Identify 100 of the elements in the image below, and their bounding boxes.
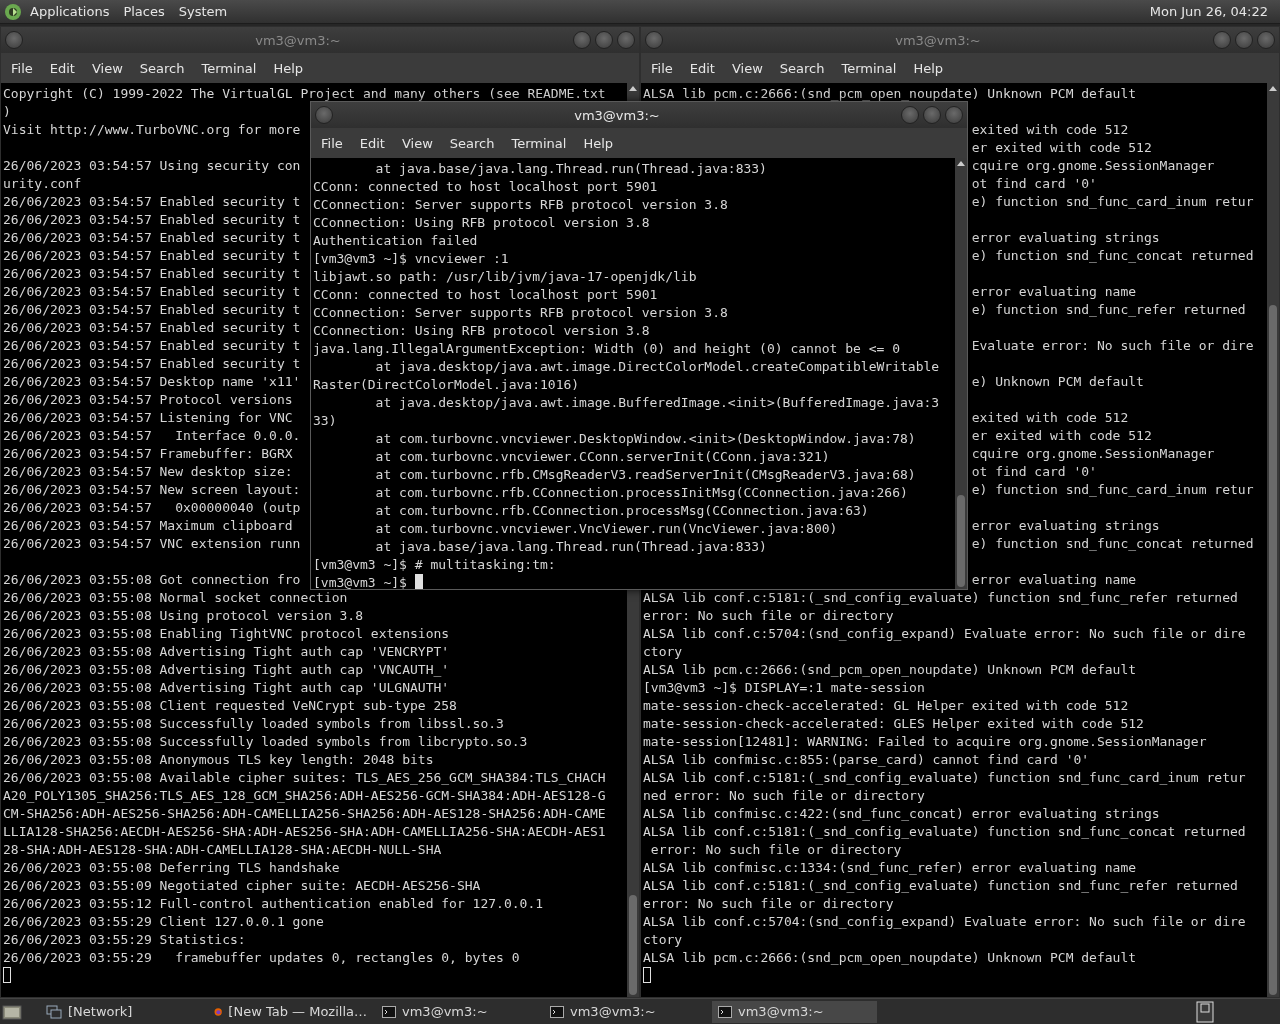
terminal-line: ALSA lib conf.c:5181:(_snd_config_evaluate) function snd_func_card_inum retur [643,770,1246,785]
taskbar-button[interactable]: vm3@vm3:~ [712,1000,877,1023]
terminal-line: 26/06/2023 03:55:08 Available cipher suites: TLS_AES_256_GCM_SHA384:TLS_CHACH [3,770,606,785]
terminal-line: 26/06/2023 03:54:57 Desktop name 'x11' [3,374,301,389]
panel-menu[interactable]: Applications [24,2,116,21]
minimize-button[interactable] [573,31,591,49]
terminal-line: Authentication failed [313,233,478,248]
terminal-line: error evaluating strings [971,518,1160,533]
scroll-up-icon[interactable] [1269,85,1277,91]
logo-icon[interactable] [4,2,22,21]
minimize-button[interactable] [901,106,919,124]
terminal-line: 26/06/2023 03:55:12 Full-control authentication enabled for 127.0.0.1 [3,896,544,911]
terminal-line: e) function snd_func_concat returned [971,248,1254,263]
window-title: vm3@vm3:~ [894,32,982,48]
terminal-line: at java.desktop/java.awt.image.DirectColorModel.createCompatibleWritable [374,359,940,374]
terminal-line: e) function snd_func_card_inum retur [971,482,1254,497]
terminal-line: 26/06/2023 03:54:57 VNC extension runn [3,536,301,551]
menu-item[interactable]: File [643,56,682,80]
window-menu-button[interactable] [315,106,333,124]
menu-item[interactable]: Edit [351,131,394,155]
terminal-line: CConn: connected to host localhost port 5901 [313,287,658,302]
terminal-line: at com.turbovnc.vncviewer.DesktopWindow.<init>(DesktopWindow.java:78) [374,431,916,446]
terminal-line: 26/06/2023 03:55:08 Normal socket connection [3,590,348,605]
menu-item[interactable]: Edit [41,56,84,80]
terminal-line: ot find card '0' [971,176,1097,191]
menu-item[interactable]: Help [905,56,953,80]
terminal-line: error evaluating name [971,572,1137,587]
maximize-button[interactable] [595,31,613,49]
window-menu-button[interactable] [5,31,23,49]
terminal-line: 26/06/2023 03:54:57 Using security con [3,158,301,173]
terminal-line: 26/06/2023 03:55:08 Got connection fro [3,572,301,587]
menu-item[interactable]: Search [441,131,504,155]
menu-item[interactable]: Help [575,131,623,155]
terminal-line: ALSA lib conf.c:5181:(_snd_config_evaluate) function snd_func_refer returned [643,590,1238,605]
menu-item[interactable]: View [723,56,772,80]
terminal-line: [vm3@vm3 ~]$ DISPLAY=:1 mate-session [643,680,925,695]
terminal-line: 26/06/2023 03:55:08 Successfully loaded symbols from libssl.so.3 [3,716,504,731]
window-title: vm3@vm3:~ [573,107,661,123]
terminal-line: ctory [643,932,683,947]
terminal-line: 26/06/2023 03:54:57 Enabled security t [3,266,301,281]
window-menu-button[interactable] [645,31,663,49]
terminal-line: ALSA lib pcm.c:2666:(snd_pcm_open_noupdate) Unknown PCM default [643,662,1137,677]
terminal-line: 26/06/2023 03:54:57 Framebuffer: BGRX [3,446,293,461]
terminal-line: 26/06/2023 03:54:57 Listening for VNC [3,410,293,425]
terminal-line: mate-session-check-accelerated: GLES Helper exited with code 512 [643,716,1144,731]
panel-menu[interactable]: System [172,2,234,21]
clock[interactable]: Mon Jun 26, 04:22 [1149,4,1276,19]
menu-item[interactable]: Help [265,56,313,80]
taskbar-button[interactable]: vm3@vm3:~ [544,1000,709,1023]
terminal-line: 26/06/2023 03:55:08 Successfully loaded symbols from libcrypto.so.3 [3,734,528,749]
workspace-switcher-icon[interactable] [1196,1000,1214,1023]
terminal-line: ALSA lib confmisc.c:1334:(snd_func_refer) error evaluating name [643,860,1137,875]
show-desktop-icon[interactable] [2,1002,22,1021]
minimize-button[interactable] [1213,31,1231,49]
terminal-line: er exited with code 512 [971,140,1152,155]
scrollbar-thumb[interactable] [629,895,637,995]
menu-item[interactable]: Terminal [503,131,576,155]
terminal-line: ctory [643,644,683,659]
terminal-line: at com.turbovnc.rfb.CConnection.processInitMsg(CConnection.java:266) [374,485,908,500]
scrollbar-thumb[interactable] [957,495,965,587]
scrollbar-thumb[interactable] [1269,305,1277,995]
terminal-line: at java.base/java.lang.Thread.run(Thread.java:833) [374,539,767,554]
taskbar-button[interactable]: vm3@vm3:~ [376,1000,541,1023]
terminal-line: [vm3@vm3 ~]$ [313,575,408,589]
taskbar-button[interactable]: [Network] [40,1000,205,1023]
terminal-line: at java.base/java.lang.Thread.run(Thread.java:833) [374,161,767,176]
terminal-line: 26/06/2023 03:54:57 Enabled security t [3,194,301,209]
close-button[interactable] [945,106,963,124]
maximize-button[interactable] [1235,31,1253,49]
menu-item[interactable]: View [393,131,442,155]
terminal-line: 26/06/2023 03:55:08 Advertising Tight auth cap 'VNCAUTH_' [3,662,450,677]
scroll-up-icon[interactable] [629,85,637,91]
menu-item[interactable]: Edit [681,56,724,80]
terminal-line: error: No such file or directory [649,842,902,857]
terminal-line: ALSA lib conf.c:5181:(_snd_config_evaluate) function snd_func_concat returned [643,824,1246,839]
terminal-line: 26/06/2023 03:54:57 Enabled security t [3,302,301,317]
close-button[interactable] [617,31,635,49]
panel-menu[interactable]: Places [117,2,171,21]
terminal-line: 26/06/2023 03:54:57 Interface 0.0.0. [3,428,301,443]
terminal-line: 26/06/2023 03:55:08 Deferring TLS handshake [3,860,340,875]
terminal-line: cquire org.gnome.SessionManager [971,446,1215,461]
terminal-line: at com.turbovnc.vncviewer.VncViewer.run(VncViewer.java:800) [374,521,838,536]
terminal-line: Raster(DirectColorModel.java:1016) [313,377,580,392]
terminal-line: CConnection: Server supports RFB protocol version 3.8 [313,197,728,212]
menu-item[interactable]: Search [131,56,194,80]
taskbar-button[interactable]: [New Tab — Mozilla… [208,1000,373,1023]
terminal-line: ALSA lib conf.c:5181:(_snd_config_evaluate) function snd_func_refer returned [643,878,1238,893]
menu-item[interactable]: View [83,56,132,80]
terminal-line: 26/06/2023 03:55:08 Anonymous TLS key length: 2048 bits [3,752,434,767]
menu-item[interactable]: File [3,56,42,80]
menu-item[interactable]: Search [771,56,834,80]
maximize-button[interactable] [923,106,941,124]
scroll-up-icon[interactable] [957,160,965,166]
menu-item[interactable]: File [313,131,352,155]
close-button[interactable] [1257,31,1275,49]
menu-item[interactable]: Terminal [193,56,266,80]
terminal-line: 26/06/2023 03:55:29 Statistics: [3,932,246,947]
menu-item[interactable]: Terminal [833,56,906,80]
terminal-line: exited with code 512 [971,122,1129,137]
terminal-line: mate-session-check-accelerated: GL Helper exited with code 512 [643,698,1129,713]
